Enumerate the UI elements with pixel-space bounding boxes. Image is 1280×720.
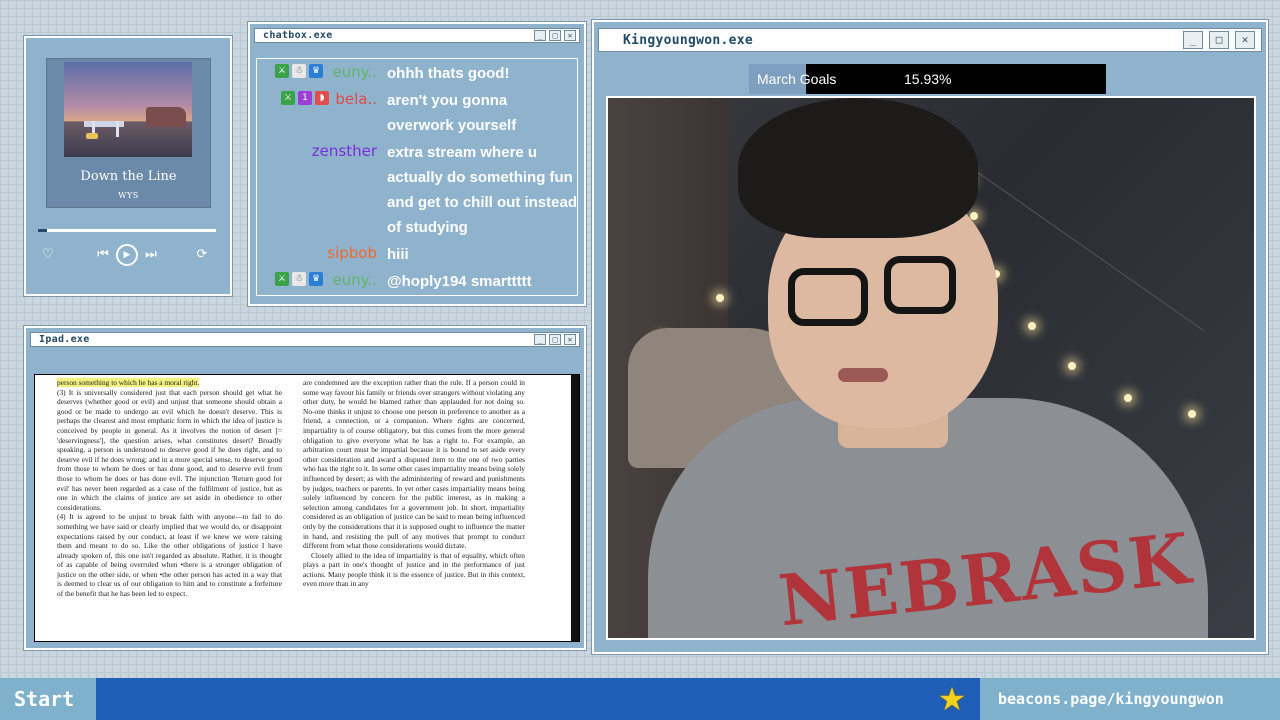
stream-title: Kingyoungwon.exe (623, 32, 754, 48)
ipad-window: Ipad.exe _ □ ✕ person something to which… (24, 326, 586, 650)
close-button[interactable]: ✕ (564, 334, 576, 345)
document-right-column: are condemned are the exception rather t… (303, 378, 525, 589)
doc-paragraph: Closely allied to the idea of impartiali… (303, 550, 525, 589)
goal-label: March Goals (757, 71, 837, 87)
close-button[interactable]: ✕ (564, 30, 576, 41)
close-button[interactable]: ✕ (1235, 31, 1255, 49)
ipad-title: Ipad.exe (39, 334, 90, 345)
chat-text: extra stream where u actually do somethi… (387, 144, 578, 236)
maximize-button[interactable]: □ (1209, 31, 1229, 49)
chat-username[interactable]: bela.. (257, 90, 377, 108)
repeat-icon[interactable]: ⟳ (192, 245, 212, 265)
song-progress-bar[interactable] (38, 229, 216, 232)
chat-text: ohhh thats good! (387, 65, 510, 82)
stream-titlebar[interactable]: Kingyoungwon.exe _ □ ✕ (598, 28, 1262, 52)
chat-username[interactable]: euny.. (257, 63, 377, 81)
music-player-window: Down the Line WYS ♡ ⏮ ▶ ⏭ ⟳ (24, 36, 232, 296)
doc-paragraph: (3) It is universally considered just th… (57, 387, 282, 512)
skip-back-icon[interactable]: ⏮ (94, 245, 112, 265)
goal-progress-bar: March Goals 15.93% (749, 64, 1106, 94)
document-edge (571, 375, 579, 641)
chat-text: aren't you gonna overwork yourself (387, 92, 517, 134)
doc-paragraph: person something to which he has a moral… (57, 378, 200, 387)
minimize-button[interactable]: _ (534, 334, 546, 345)
chat-username[interactable]: sipbob (257, 244, 377, 262)
chatbox-title: chatbox.exe (263, 30, 333, 41)
taskbar: Start ★ beacons.page/kingyoungwon (0, 678, 1280, 720)
maximize-button[interactable]: □ (549, 30, 561, 41)
song-artist: WYS (118, 191, 139, 200)
stream-window: Kingyoungwon.exe _ □ ✕ March Goals 15.93… (592, 20, 1268, 654)
webcam-feed: NEBRASK (606, 96, 1256, 640)
chat-text: @hoply194 smarttttt (387, 273, 532, 290)
chatbox-window: chatbox.exe _ □ ✕ ⚔ ☃ ♛ euny.. ohhh that… (248, 22, 586, 306)
beacons-link[interactable]: beacons.page/kingyoungwon (980, 678, 1280, 720)
document-page[interactable]: person something to which he has a moral… (34, 374, 580, 642)
doc-paragraph: are condemned are the exception rather t… (303, 378, 525, 551)
chat-username[interactable]: zensther (257, 142, 377, 160)
goal-percent: 15.93% (904, 71, 952, 87)
start-button[interactable]: Start (0, 678, 96, 720)
doc-paragraph: (4) It is agreed to be unjust to break f… (57, 512, 282, 599)
album-card: Down the Line WYS (46, 58, 211, 208)
star-icon[interactable]: ★ (934, 683, 970, 715)
ipad-titlebar[interactable]: Ipad.exe _ □ ✕ (30, 332, 580, 347)
chatbox-titlebar[interactable]: chatbox.exe _ □ ✕ (254, 28, 580, 43)
chat-username[interactable]: euny.. (257, 271, 377, 289)
album-art (64, 62, 192, 157)
chat-messages: ⚔ ☃ ♛ euny.. ohhh thats good! ⚔ 1 ◗ bela… (256, 58, 578, 296)
chat-text: hiii (387, 246, 409, 263)
song-title: Down the Line (80, 169, 177, 184)
song-progress-fill (38, 229, 47, 232)
skip-forward-icon[interactable]: ⏭ (142, 245, 160, 265)
minimize-button[interactable]: _ (1183, 31, 1203, 49)
heart-icon[interactable]: ♡ (38, 245, 58, 265)
play-icon[interactable]: ▶ (116, 244, 138, 266)
document-left-column: person something to which he has a moral… (57, 378, 282, 599)
minimize-button[interactable]: _ (534, 30, 546, 41)
maximize-button[interactable]: □ (549, 334, 561, 345)
